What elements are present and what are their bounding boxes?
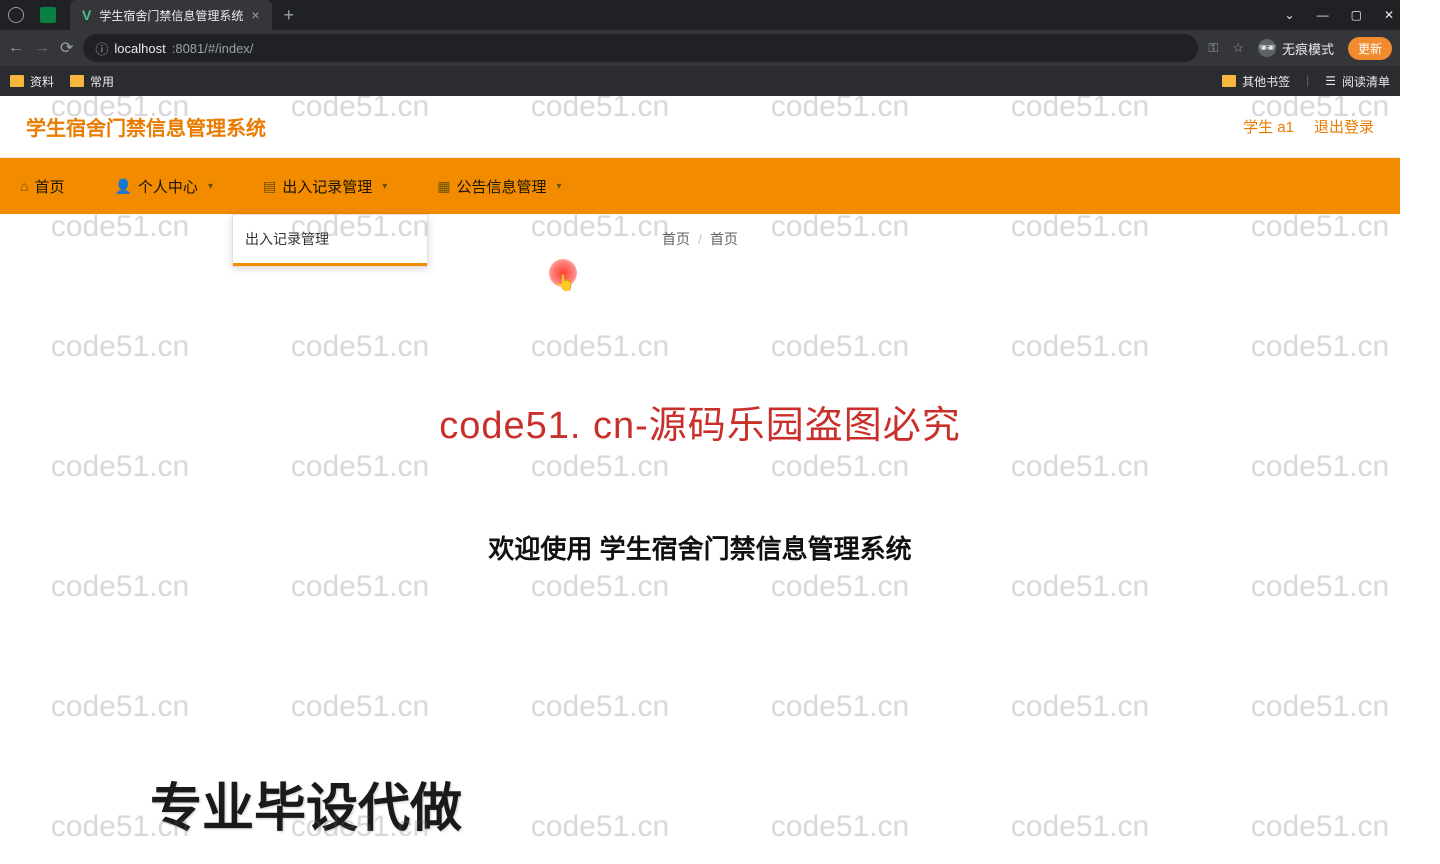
vue-logo-icon: V — [82, 7, 91, 23]
new-tab-button[interactable]: + — [284, 5, 295, 26]
chevron-down-icon[interactable]: ⌄ — [1285, 8, 1295, 22]
reading-list[interactable]: ☰阅读清单 — [1325, 73, 1390, 90]
separator: | — [1306, 73, 1309, 90]
key-icon[interactable]: ⚿ — [1208, 40, 1218, 56]
star-icon[interactable]: ☆ — [1232, 40, 1244, 56]
chevron-down-icon: ▾ — [382, 181, 387, 192]
grid-icon: ▦ — [437, 178, 450, 195]
tab-inactive-icon[interactable] — [8, 7, 24, 23]
breadcrumb: 首页 / 首页 — [0, 214, 1400, 264]
dropdown-item-records[interactable]: 出入记录管理 — [233, 215, 427, 266]
chevron-down-icon: ▾ — [208, 181, 213, 192]
app-header: 学生宿舍门禁信息管理系统 学生 a1 退出登录 — [0, 96, 1400, 158]
bookmark-folder[interactable]: 常用 — [70, 73, 114, 90]
update-button[interactable]: 更新 — [1348, 37, 1392, 60]
minimize-icon[interactable]: — — [1317, 8, 1329, 22]
logout-link[interactable]: 退出登录 — [1314, 116, 1374, 137]
promo-text: 专业毕设代做 — [0, 766, 1400, 841]
tab-strip: V 学生宿舍门禁信息管理系统 × + — [0, 0, 294, 30]
list-icon: ☰ — [1325, 74, 1336, 88]
nav-notices[interactable]: ▦公告信息管理▾ — [437, 176, 561, 197]
forward-button[interactable]: → — [34, 39, 50, 57]
list-icon: ▤ — [263, 178, 276, 195]
watermark-banner: code51. cn-源码乐园盗图必究 — [0, 394, 1400, 449]
user-info[interactable]: 学生 a1 — [1243, 116, 1294, 137]
bookmark-folder[interactable]: 资料 — [10, 73, 54, 90]
breadcrumb-item: 首页 — [710, 229, 738, 249]
home-icon: ⌂ — [20, 178, 28, 194]
welcome-heading: 欢迎使用 学生宿舍门禁信息管理系统 — [0, 529, 1400, 566]
main-content: code51. cn-源码乐园盗图必究 欢迎使用 学生宿舍门禁信息管理系统 专业… — [0, 264, 1400, 841]
close-window-icon[interactable]: ✕ — [1384, 8, 1394, 22]
back-button[interactable]: ← — [8, 39, 24, 57]
user-icon: 👤 — [114, 178, 131, 195]
nav-profile[interactable]: 👤个人中心▾ — [114, 176, 212, 197]
bookmarks-bar: 资料 常用 其他书签 | ☰阅读清单 — [0, 66, 1400, 96]
nav-records[interactable]: ▤出入记录管理▾ — [263, 176, 387, 197]
browser-titlebar: V 学生宿舍门禁信息管理系统 × + ⌄ — ▢ ✕ — [0, 0, 1400, 30]
reload-button[interactable]: ⟳ — [60, 38, 73, 58]
window-controls: ⌄ — ▢ ✕ — [1285, 8, 1394, 22]
url-bar: ← → ⟳ ⓘ localhost :8081/#/index/ ⚿ ☆ 🕶 无痕… — [0, 30, 1400, 66]
breadcrumb-item[interactable]: 首页 — [662, 229, 690, 249]
nav-dropdown: 出入记录管理 👆 — [232, 214, 428, 267]
tab-inactive-icon[interactable] — [40, 7, 56, 23]
tab-active[interactable]: V 学生宿舍门禁信息管理系统 × — [70, 0, 272, 30]
tab-title: 学生宿舍门禁信息管理系统 — [99, 7, 243, 24]
incognito-label: 无痕模式 — [1282, 39, 1334, 58]
app-title: 学生宿舍门禁信息管理系统 — [26, 112, 266, 141]
folder-icon — [1222, 75, 1236, 87]
url-host: localhost — [114, 41, 165, 56]
url-path: :8081/#/index/ — [172, 41, 254, 56]
info-icon: ⓘ — [95, 39, 108, 58]
folder-icon — [70, 75, 84, 87]
tab-close-icon[interactable]: × — [251, 7, 259, 23]
incognito-indicator: 🕶 无痕模式 — [1258, 39, 1334, 58]
maximize-icon[interactable]: ▢ — [1351, 8, 1362, 22]
breadcrumb-separator: / — [698, 231, 702, 247]
chevron-down-icon: ▾ — [557, 181, 562, 192]
address-bar[interactable]: ⓘ localhost :8081/#/index/ — [83, 34, 1198, 62]
folder-icon — [10, 75, 24, 87]
incognito-icon: 🕶 — [1258, 39, 1276, 57]
other-bookmarks[interactable]: 其他书签 — [1222, 73, 1290, 90]
main-nav: ⌂首页 👤个人中心▾ ▤出入记录管理▾ ▦公告信息管理▾ 出入记录管理 👆 — [0, 158, 1400, 214]
nav-home[interactable]: ⌂首页 — [20, 176, 64, 197]
